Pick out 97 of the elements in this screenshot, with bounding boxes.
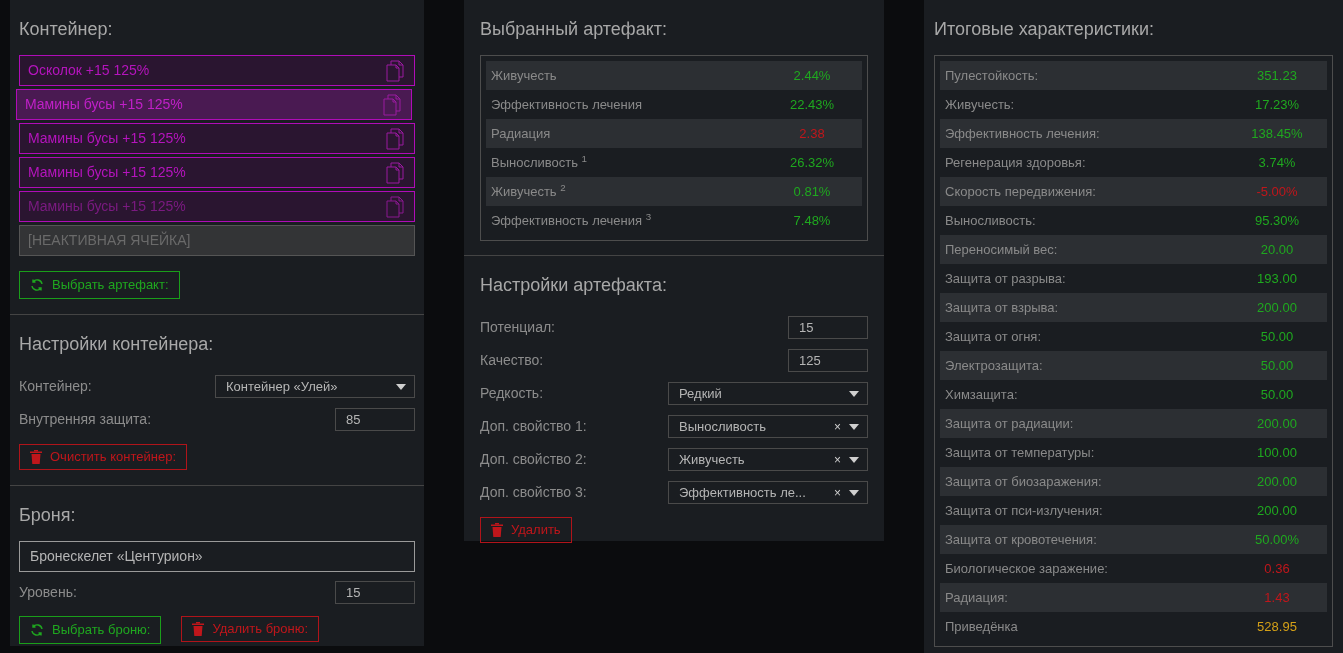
trash-icon (30, 450, 42, 464)
section-title: Выбранный артефакт: (480, 18, 668, 41)
dropdown-field[interactable]: Эффективность ле... × (668, 481, 868, 504)
stat-label: Биологическое заражение: (945, 559, 1109, 578)
select-armor-button[interactable]: Выбрать броню: (19, 616, 162, 644)
copy-icon (386, 161, 404, 184)
stat-value: 193.00 (1256, 269, 1298, 288)
stat-value: 50.00% (1253, 530, 1301, 549)
stat-label: Защита от кровотечения: (945, 530, 1098, 549)
field-label: Качество: (480, 351, 544, 370)
stat-label: Переносимый вес: (945, 240, 1059, 259)
caret-icon (849, 456, 859, 463)
dropdown-field[interactable]: Живучесть × (668, 448, 868, 471)
section-title: Настройки артефакта: (480, 274, 668, 297)
clear-icon[interactable]: × (834, 483, 841, 502)
section-title: Итоговые характеристики: (934, 18, 1155, 41)
stat-label: Выносливость: (945, 211, 1037, 230)
stat-value: 100.00 (1256, 443, 1298, 462)
stat-label: Радиация (491, 124, 552, 143)
stat-label: Защита от температуры: (945, 443, 1096, 462)
caret-icon (849, 423, 859, 430)
field-label: Редкость: (480, 384, 544, 403)
stat-label: Эффективность лечения: (945, 124, 1101, 143)
caret-icon (396, 383, 406, 390)
field-label: Доп. свойство 3: (480, 483, 587, 502)
stat-label: Защита от радиации: (945, 414, 1075, 433)
stat-label: Живучесть: (945, 95, 1016, 114)
stat-value: 20.00 (1259, 240, 1295, 259)
stat-label: Защита от разрыва: (945, 269, 1067, 288)
stat-label: Живучесть (491, 66, 558, 85)
section-title: Настройки контейнера: (19, 333, 215, 356)
stat-label: Защита от пси-излучения: (945, 501, 1104, 520)
stat-value: 1.43 (1263, 588, 1291, 607)
stat-label: Приведёнка (945, 617, 1019, 636)
stat-value: 26.32% (788, 153, 836, 172)
stat-value: 528.95 (1256, 617, 1298, 636)
stat-value: 17.23% (1253, 95, 1301, 114)
stat-label: Живучесть $^{2}$ (491, 181, 567, 201)
stat-label: Пулестойкость: (945, 66, 1040, 85)
stat-value: 200.00 (1256, 501, 1298, 520)
stat-label: Радиация: (945, 588, 1009, 607)
copy-icon (383, 93, 401, 116)
stat-value: 200.00 (1256, 472, 1298, 491)
clear-icon[interactable]: × (834, 450, 841, 469)
stat-label: Регенерация здоровья: (945, 153, 1087, 172)
section-title: Контейнер: (19, 18, 114, 41)
stat-value: 0.81% (792, 182, 832, 201)
stat-label: Химзащита: (945, 385, 1019, 404)
stat-value: 200.00 (1256, 414, 1298, 433)
stat-value: 351.23 (1256, 66, 1298, 85)
stat-value: 7.48% (792, 211, 832, 230)
copy-icon (386, 127, 404, 150)
stat-label: Электрозащита: (945, 356, 1044, 375)
trash-icon (491, 523, 503, 537)
caret-icon (849, 489, 859, 496)
stat-value: 138.45% (1250, 124, 1304, 143)
clear-icon[interactable]: × (834, 417, 841, 436)
select-artifact-button[interactable]: Выбрать артефакт: (19, 271, 180, 299)
stat-label: Защита от биозаражения: (945, 472, 1103, 491)
number-field[interactable]: 15 (335, 581, 415, 604)
caret-icon (849, 390, 859, 397)
field-label: Контейнер: (19, 377, 92, 396)
stat-value: 2.44% (792, 66, 832, 85)
stat-value: -5.00% (1255, 182, 1299, 201)
stat-value: 200.00 (1256, 298, 1298, 317)
stat-label: Защита от взрыва: (945, 298, 1060, 317)
field-label: Доп. свойство 1: (480, 417, 587, 436)
stat-label: Защита от огня: (945, 327, 1042, 346)
stat-value: 50.00 (1259, 385, 1295, 404)
field-label: Внутренняя защита: (19, 410, 152, 429)
stat-label: Скорость передвижения: (945, 182, 1097, 201)
dropdown-field[interactable]: Контейнер «Улей» (215, 375, 415, 398)
refresh-icon (30, 623, 44, 637)
number-field[interactable]: 85 (335, 408, 415, 431)
field-label: Потенциал: (480, 318, 555, 337)
copy-icon (386, 195, 404, 218)
stat-label: Эффективность лечения $^{3}$ (491, 210, 653, 230)
field-label: Уровень: (19, 583, 77, 602)
stat-value: 0.36 (1263, 559, 1291, 578)
copy-icon (386, 59, 404, 82)
stat-label: Эффективность лечения (491, 95, 644, 114)
armor-field[interactable]: Бронескелет «Центурион» (19, 541, 415, 572)
stat-value: 50.00 (1259, 327, 1295, 346)
trash-icon (192, 622, 205, 636)
refresh-icon (30, 278, 44, 292)
dropdown-field[interactable]: Выносливость × (668, 415, 868, 438)
number-field[interactable]: 15 (788, 316, 868, 339)
stat-value: 50.00 (1259, 356, 1295, 375)
stat-value: 3.74% (1257, 153, 1297, 172)
field-label: Доп. свойство 2: (480, 450, 587, 469)
dropdown-field[interactable]: Редкий (668, 382, 868, 405)
stat-value: 2.38 (798, 124, 826, 143)
stat-value: 95.30% (1253, 211, 1301, 230)
section-title: Броня: (19, 504, 77, 527)
stat-value: 22.43% (788, 95, 836, 114)
number-field[interactable]: 125 (788, 349, 868, 372)
stat-label: Выносливость $^{1}$ (491, 152, 589, 172)
